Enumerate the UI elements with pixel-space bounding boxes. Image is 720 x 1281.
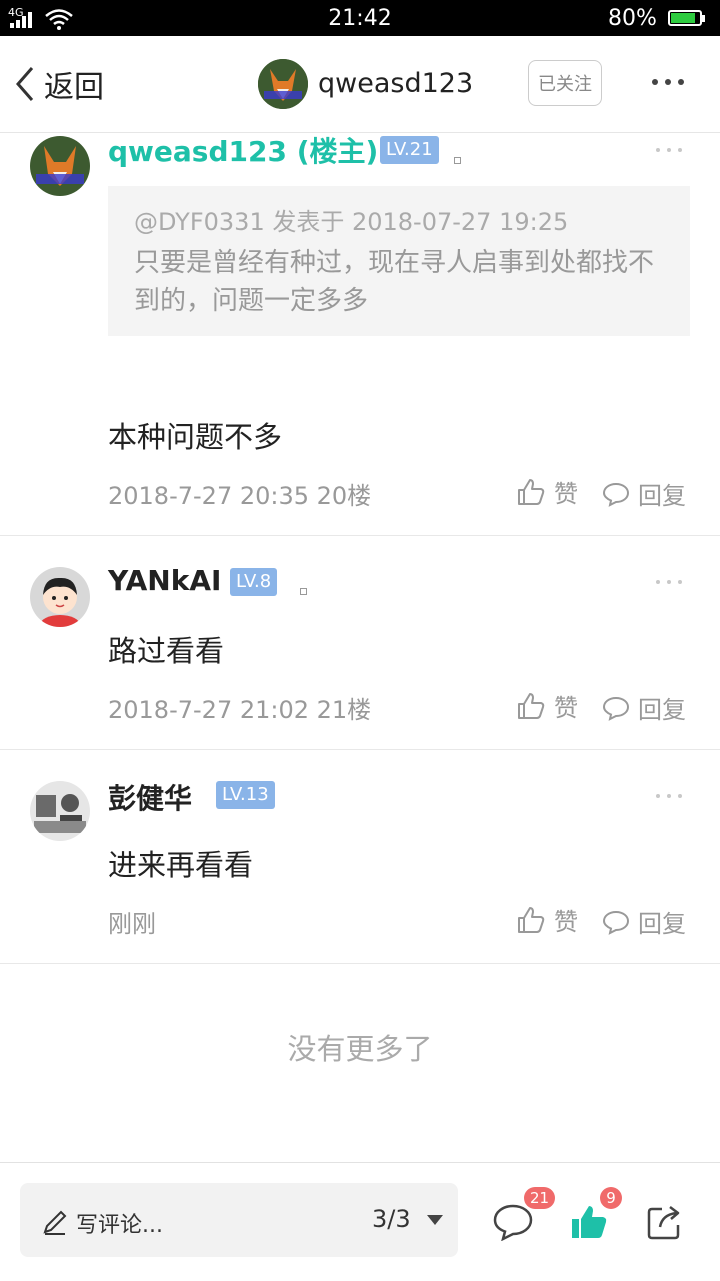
- share-icon: [647, 1206, 680, 1240]
- level-badge: LV.8: [230, 568, 278, 596]
- reply-label: 回复: [638, 910, 686, 938]
- comment-meta: 刚刚: [108, 910, 156, 938]
- caret-down-icon[interactable]: [426, 1214, 444, 1226]
- comment-bubble-icon: [602, 910, 630, 935]
- fox-avatar-icon: [30, 136, 90, 196]
- status-bar: 4G 21:42 80%: [0, 0, 720, 36]
- comment-more-button[interactable]: [656, 580, 682, 584]
- follow-button[interactable]: 已关注: [528, 60, 602, 106]
- thumb-up-icon: [518, 478, 545, 505]
- like-label: 赞: [554, 480, 578, 508]
- reply-label: 回复: [638, 482, 686, 510]
- comment-bubble-icon: [602, 482, 630, 507]
- write-comment-label: 写评论...: [76, 1213, 163, 1238]
- pencil-icon: [43, 1210, 67, 1235]
- battery-icon: [668, 10, 702, 26]
- reply-label: 回复: [638, 696, 686, 724]
- chevron-left-icon: [16, 67, 34, 101]
- username[interactable]: qweasd123 (楼主): [108, 130, 378, 170]
- quote-text: 只要是曾经有种过，现在寻人启事到处都找不到的，问题一定多多: [134, 248, 655, 316]
- battery-percent: 80%: [608, 6, 657, 31]
- username[interactable]: 彭健华: [108, 777, 192, 817]
- page-indicator[interactable]: 3/3: [372, 1205, 411, 1233]
- header-username[interactable]: qweasd123: [318, 68, 473, 99]
- reply-button[interactable]: 回复: [602, 904, 686, 939]
- comment-meta: 2018-7-27 20:35 20楼: [108, 482, 372, 510]
- comment-count-badge: 21: [524, 1187, 556, 1209]
- comment-more-button[interactable]: [656, 794, 682, 798]
- back-button[interactable]: 返回: [14, 62, 104, 106]
- cartoon-avatar-icon: [30, 567, 90, 627]
- like-button[interactable]: 赞: [516, 688, 578, 723]
- like-button[interactable]: 赞: [516, 902, 578, 937]
- divider: [0, 963, 720, 964]
- comment-text: 路过看看: [108, 634, 225, 668]
- user-tag-icon: [300, 588, 307, 595]
- more-options-button[interactable]: [652, 76, 692, 88]
- header-avatar[interactable]: [258, 59, 308, 109]
- write-comment-input[interactable]: 写评论... 3/3: [20, 1183, 458, 1257]
- photo-avatar-icon: [30, 781, 90, 841]
- user-tag-icon: [454, 157, 461, 164]
- back-label: 返回: [44, 70, 104, 105]
- thumb-up-filled-icon: [572, 1206, 607, 1238]
- quoted-comment: @DYF0331 发表于 2018-07-27 19:25 只要是曾经有种过，现…: [108, 186, 690, 336]
- comment-meta: 2018-7-27 21:02 21楼: [108, 696, 372, 724]
- like-post-button[interactable]: [570, 1203, 610, 1243]
- comment-more-button[interactable]: [656, 148, 682, 152]
- avatar[interactable]: [30, 136, 90, 196]
- battery-tip: [702, 15, 705, 22]
- reply-button[interactable]: 回复: [602, 690, 686, 725]
- comment-bubble-icon: [493, 1204, 533, 1242]
- avatar[interactable]: [30, 781, 90, 841]
- divider: [0, 535, 720, 536]
- avatar[interactable]: [30, 567, 90, 627]
- like-count-badge: 9: [600, 1187, 622, 1209]
- comment-text: 本种问题不多: [108, 420, 283, 454]
- like-label: 赞: [554, 694, 578, 722]
- comment-bubble-icon: [602, 696, 630, 721]
- like-button[interactable]: 赞: [516, 474, 578, 509]
- end-of-list-text: 没有更多了: [287, 1032, 433, 1066]
- thumb-up-icon: [518, 692, 545, 719]
- comments-button[interactable]: [492, 1203, 534, 1243]
- comment-text: 进来再看看: [108, 848, 254, 882]
- divider: [0, 749, 720, 750]
- fox-avatar-icon: [258, 59, 308, 109]
- like-label: 赞: [554, 908, 578, 936]
- quote-meta: @DYF0331 发表于 2018-07-27 19:25: [134, 208, 569, 236]
- bottom-action-bar: 写评论... 3/3 21 9: [0, 1162, 720, 1281]
- top-nav-bar: 返回 qweasd123 已关注: [0, 36, 720, 133]
- reply-button[interactable]: 回复: [602, 476, 686, 511]
- username[interactable]: YANkAI: [108, 564, 221, 597]
- share-button[interactable]: [646, 1203, 686, 1243]
- thumb-up-icon: [518, 906, 545, 933]
- level-badge: LV.13: [216, 781, 275, 809]
- level-badge: LV.21: [380, 136, 439, 164]
